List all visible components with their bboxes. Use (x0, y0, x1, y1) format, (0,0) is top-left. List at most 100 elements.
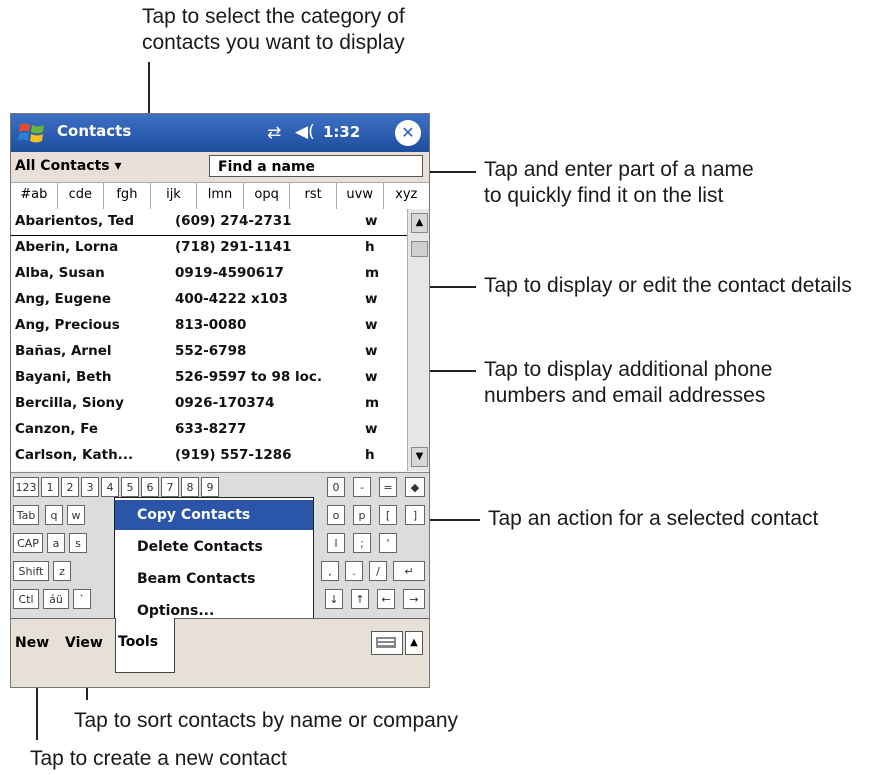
key[interactable]: w (67, 505, 85, 525)
scroll-down-icon[interactable]: ▼ (411, 447, 428, 467)
key[interactable]: = (379, 477, 397, 497)
key[interactable]: 123 (13, 477, 39, 497)
view-menu[interactable]: View (65, 635, 103, 651)
windows-start-icon[interactable] (17, 119, 47, 147)
title-bar: Contacts ⇄ ◀( 1:32 ✕ (11, 114, 429, 152)
key[interactable]: CAP (13, 533, 43, 553)
new-button[interactable]: New (15, 635, 49, 651)
key[interactable]: q (45, 505, 63, 525)
contact-row[interactable]: Ang, Precious 813-0080 w (11, 313, 407, 339)
key[interactable]: ` (73, 589, 91, 609)
contact-row[interactable]: Canzon, Fe 633-8277 w (11, 417, 407, 443)
key[interactable]: 5 (121, 477, 139, 497)
abc-tab[interactable]: #ab (11, 183, 58, 209)
contact-phone-type[interactable]: h (365, 447, 375, 463)
abc-tab[interactable]: lmn (197, 183, 244, 209)
abc-tab[interactable]: rst (290, 183, 337, 209)
contact-phone-type[interactable]: w (365, 369, 377, 385)
key[interactable]: l (327, 533, 345, 553)
contact-phone: 526-9597 to 98 loc. (175, 369, 323, 385)
abc-tab[interactable]: opq (244, 183, 291, 209)
abc-tab[interactable]: ijk (151, 183, 198, 209)
key[interactable]: p (353, 505, 371, 525)
callout-create: Tap to create a new contact (30, 747, 287, 770)
key[interactable]: Shift (13, 561, 49, 581)
key[interactable]: 7 (161, 477, 179, 497)
scroll-up-icon[interactable]: ▲ (411, 213, 428, 233)
key[interactable]: Tab (13, 505, 39, 525)
key[interactable]: a (47, 533, 65, 553)
enter-key[interactable]: ↵ (393, 561, 425, 581)
sync-icon[interactable]: ⇄ (267, 123, 281, 143)
key[interactable]: ] (405, 505, 425, 525)
abc-tab[interactable]: fgh (104, 183, 151, 209)
contact-name: Abarientos, Ted (15, 213, 135, 229)
contact-phone-type[interactable]: w (365, 291, 377, 307)
key[interactable]: 1 (41, 477, 59, 497)
key[interactable]: . (345, 561, 363, 581)
contact-row[interactable]: Alba, Susan 0919-4590617 m (11, 261, 407, 287)
contact-name: Ang, Precious (15, 317, 120, 333)
menu-item-beam-contacts[interactable]: Beam Contacts (115, 564, 313, 594)
category-dropdown[interactable]: All Contacts ▾ (15, 158, 122, 174)
contact-row[interactable]: Bañas, Arnel 552-6798 w (11, 339, 407, 365)
key[interactable]: ← (377, 589, 395, 609)
contact-phone-type[interactable]: m (365, 395, 379, 411)
scroll-thumb[interactable] (411, 241, 428, 257)
key[interactable]: 2 (61, 477, 79, 497)
contact-phone-type[interactable]: w (365, 343, 377, 359)
callout-find-line1: Tap and enter part of a name (484, 158, 754, 181)
key[interactable]: o (327, 505, 345, 525)
key[interactable]: / (369, 561, 387, 581)
contact-phone-type[interactable]: w (365, 213, 377, 229)
abc-tab[interactable]: uvw (337, 183, 384, 209)
key[interactable]: Ctl (13, 589, 39, 609)
menu-item-delete-contacts[interactable]: Delete Contacts (115, 532, 313, 562)
key[interactable]: áü (43, 589, 69, 609)
menu-item-copy-contacts[interactable]: Copy Contacts (115, 500, 313, 530)
key[interactable]: , (321, 561, 339, 581)
key[interactable]: z (53, 561, 71, 581)
contact-row[interactable]: Ang, Eugene 400-4222 x103 w (11, 287, 407, 313)
input-selector-arrow-icon[interactable]: ▲ (405, 631, 423, 655)
keyboard-icon[interactable] (371, 631, 403, 655)
contact-name: Bercilla, Siony (15, 395, 124, 411)
key[interactable]: → (403, 589, 425, 609)
contact-row[interactable]: Aberin, Lorna (718) 291-1141 h (11, 235, 407, 261)
key[interactable]: 9 (201, 477, 219, 497)
contact-row[interactable]: Bercilla, Siony 0926-170374 m (11, 391, 407, 417)
key[interactable]: 6 (141, 477, 159, 497)
contact-row[interactable]: Bayani, Beth 526-9597 to 98 loc. w (11, 365, 407, 391)
backspace-key[interactable]: ◆ (405, 477, 425, 497)
key[interactable]: [ (379, 505, 397, 525)
contact-phone: 400-4222 x103 (175, 291, 288, 307)
contact-phone-type[interactable]: h (365, 239, 375, 255)
contact-name: Ang, Eugene (15, 291, 111, 307)
contact-phone-type[interactable]: w (365, 421, 377, 437)
abc-tab[interactable]: xyz (384, 183, 430, 209)
callout-category-line2: contacts you want to display (142, 31, 405, 54)
key[interactable]: ; (353, 533, 371, 553)
list-scrollbar[interactable]: ▲ ▼ (407, 209, 429, 471)
find-name-input[interactable]: Find a name (209, 155, 423, 177)
contact-row[interactable]: Abarientos, Ted (609) 274-2731 w (11, 209, 407, 236)
callout-find-line2: to quickly find it on the list (484, 184, 724, 207)
key[interactable]: 8 (181, 477, 199, 497)
contact-phone-type[interactable]: w (365, 317, 377, 333)
key[interactable]: - (353, 477, 371, 497)
contact-row[interactable]: Carlson, Kath... (919) 557-1286 h (11, 443, 407, 469)
callout-category: Tap to select the category of contacts y… (142, 4, 405, 56)
key[interactable]: s (69, 533, 87, 553)
clock[interactable]: 1:32 (323, 123, 360, 141)
key[interactable]: ↓ (325, 589, 343, 609)
close-button[interactable]: ✕ (395, 120, 421, 146)
volume-icon[interactable]: ◀( (295, 122, 315, 142)
key[interactable]: 4 (101, 477, 119, 497)
key[interactable]: ↑ (351, 589, 369, 609)
abc-tab[interactable]: cde (58, 183, 105, 209)
key[interactable]: 0 (327, 477, 345, 497)
key[interactable]: 3 (81, 477, 99, 497)
key[interactable]: ' (379, 533, 397, 553)
contact-phone-type[interactable]: m (365, 265, 379, 281)
tools-menu-tab[interactable]: Tools (115, 618, 175, 673)
